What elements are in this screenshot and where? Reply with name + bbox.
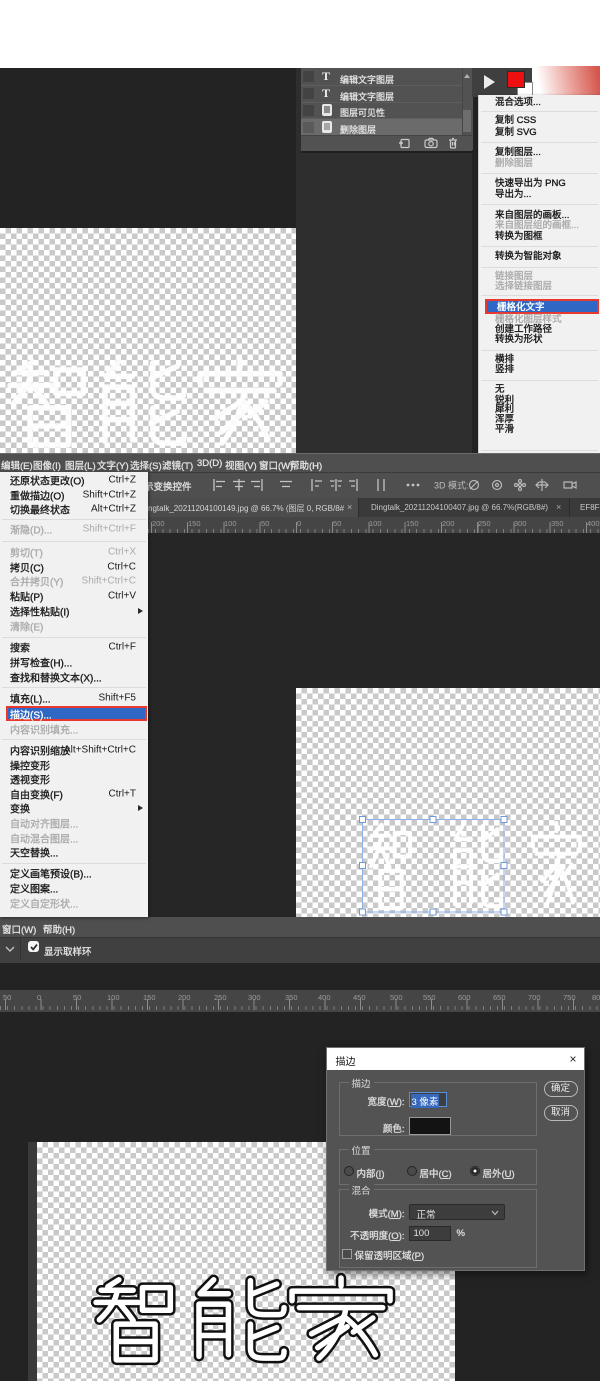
svg-text:3D 模式:: 3D 模式: <box>434 480 469 491</box>
